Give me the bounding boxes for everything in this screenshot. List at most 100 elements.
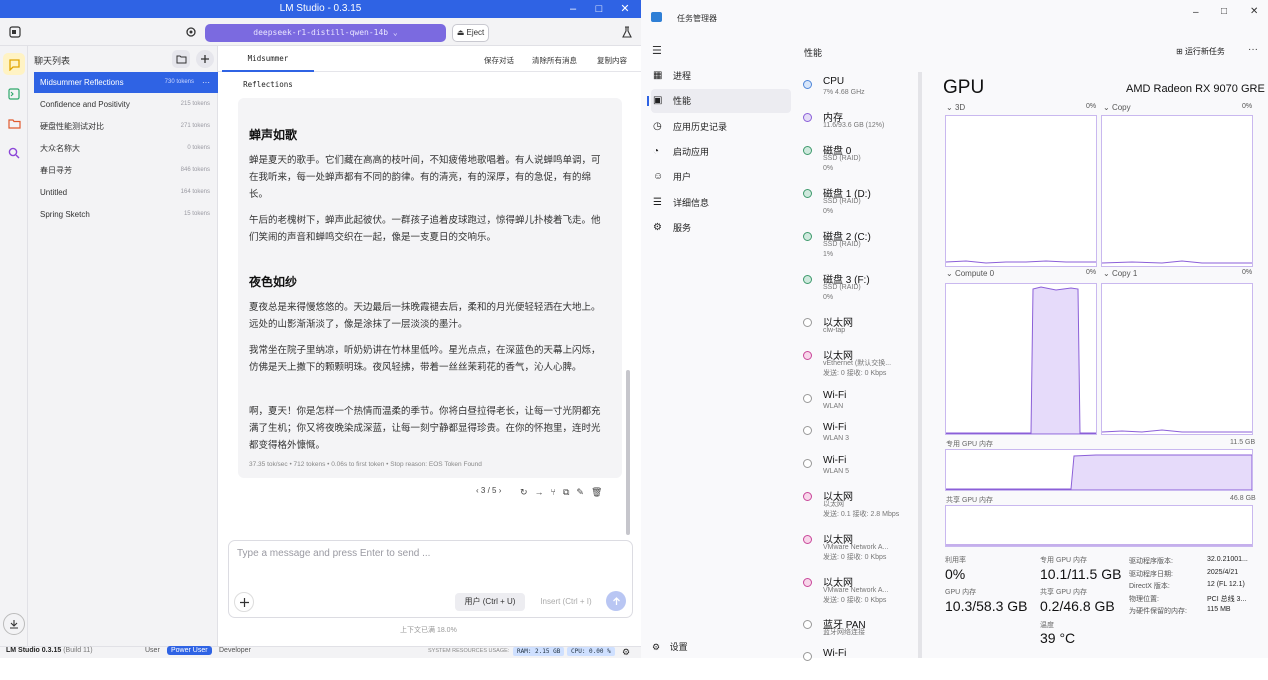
chat-list-item[interactable]: 春日寻芳 846 tokens: [34, 160, 218, 181]
device-item[interactable]: 以太网 VMware Network A... 发送: 0 接收: 0 Kbps: [803, 574, 915, 606]
device-item[interactable]: 磁盘 3 (F:) SSD (RAID) 0%: [803, 271, 915, 303]
close-button[interactable]: ✕: [612, 0, 638, 18]
gpu-info-label: 驱动程序日期:: [1129, 570, 1173, 578]
gpu-info-label: 为硬件保留的内存:: [1129, 608, 1187, 615]
tm-nav-item[interactable]: ▣ 性能: [647, 89, 791, 114]
folder-icon[interactable]: [3, 112, 25, 134]
attach-button[interactable]: [234, 592, 254, 612]
device-item[interactable]: 磁盘 1 (D:) SSD (RAID) 0%: [803, 185, 915, 217]
chat-name: Untitled: [40, 188, 68, 197]
device-name: Wi-Fi: [823, 648, 847, 659]
mode-user[interactable]: User: [145, 647, 160, 654]
device-item[interactable]: 内存 11.6/93.6 GB (12%): [803, 109, 915, 141]
role-user-button[interactable]: 用户 (Ctrl + U): [455, 593, 525, 611]
mode-developer[interactable]: Developer: [219, 647, 251, 654]
tm-nav-label: 应用历史记录: [673, 121, 728, 132]
tm-nav-item[interactable]: ⚙ 服务: [651, 216, 791, 240]
device-item[interactable]: 蓝牙 PAN 蓝牙网络连接: [803, 616, 915, 648]
lm-title-bar: LM Studio - 0.3.15: [0, 0, 641, 18]
edit-icon[interactable]: ✎: [576, 487, 584, 498]
run-new-task-button[interactable]: ⊞ 运行新任务: [1176, 46, 1225, 57]
device-item[interactable]: CPU 7% 4.68 GHz: [803, 76, 915, 108]
message-paragraph-5: 啊，夏天！你是怎样一个热情而温柔的季节。你将白昼拉得老长，让每一寸光阴都充满了生…: [249, 406, 601, 451]
mode-power-user[interactable]: Power User: [167, 646, 212, 655]
tm-close-button[interactable]: ✕: [1250, 6, 1258, 17]
gpu-info-value: 32.0.21001...: [1207, 556, 1248, 563]
insert-button[interactable]: Insert (Ctrl + I): [532, 593, 600, 611]
terminal-icon[interactable]: [3, 83, 25, 105]
device-status-icon: [803, 652, 812, 661]
pager-text: 3 / 5: [480, 486, 497, 495]
continue-icon[interactable]: →: [535, 487, 544, 498]
tm-nav-item[interactable]: ☺ 用户: [651, 165, 791, 189]
chat-icon[interactable]: [3, 53, 25, 75]
model-selector[interactable]: deepseek-r1-distill-qwen-14b ⌄: [205, 24, 446, 42]
device-list-scrollbar[interactable]: [918, 72, 922, 658]
message-input[interactable]: Type a message and press Enter to send .…: [237, 548, 430, 559]
graph-copy1-plot: [1102, 429, 1252, 433]
chat-list-item[interactable]: 硬盘性能测试对比 271 tokens: [34, 116, 218, 137]
device-item[interactable]: 以太网 以太网 发送: 0.1 接收: 2.8 Mbps: [803, 488, 915, 520]
sidebar-toggle-icon[interactable]: [4, 21, 26, 43]
more-icon[interactable]: ···: [1248, 44, 1258, 55]
active-indicator: [647, 96, 649, 107]
new-chat-button[interactable]: [196, 50, 214, 68]
chat-more-icon[interactable]: ···: [202, 72, 210, 93]
branch-icon[interactable]: ⑂: [551, 487, 556, 498]
chat-list-item[interactable]: Untitled 164 tokens: [34, 182, 218, 203]
trash-icon[interactable]: 🗑: [591, 487, 602, 498]
shared-mem-plot: [946, 544, 1252, 546]
chat-name: Spring Sketch: [40, 210, 90, 219]
gear-icon[interactable]: [180, 21, 202, 43]
chat-list-item[interactable]: Midsummer Reflections 730 tokens ···: [34, 72, 218, 93]
device-item[interactable]: Wi-Fi WLAN: [803, 390, 915, 422]
device-detail: SSD (RAID): [823, 155, 861, 162]
tm-nav-item[interactable]: ▦ 进程: [651, 64, 791, 88]
pager[interactable]: ‹ 3 / 5 ›: [476, 486, 501, 495]
minimize-button[interactable]: –: [560, 0, 586, 18]
device-detail: 0%: [823, 294, 834, 301]
tm-nav-item[interactable]: ◷ 应用历史记录: [651, 115, 791, 139]
tm-nav-icon: ⚙: [653, 221, 662, 233]
status-gear-icon[interactable]: ⚙: [622, 647, 630, 658]
graph-3d-plot: [946, 260, 1096, 264]
maximize-button[interactable]: □: [586, 0, 612, 18]
hamburger-icon[interactable]: ☰: [652, 44, 662, 57]
device-item[interactable]: 磁盘 2 (C:) SSD (RAID) 1%: [803, 228, 915, 260]
device-item[interactable]: 以太网 vEthernet (默认交换... 发送: 0 接收: 0 Kbps: [803, 347, 915, 379]
device-detail: SSD (RAID): [823, 198, 861, 205]
chat-list-item[interactable]: Spring Sketch 15 tokens: [34, 204, 218, 225]
device-item[interactable]: 以太网 VMware Network A... 发送: 0 接收: 0 Kbps: [803, 531, 915, 563]
dedicated-mem-plot: [946, 454, 1252, 490]
device-item[interactable]: Wi-Fi: [803, 648, 915, 680]
device-name: Wi-Fi: [823, 422, 847, 433]
clear-messages-action[interactable]: 清除所有消息: [532, 55, 577, 66]
chat-list-item[interactable]: 大众名称大 0 tokens: [34, 138, 218, 159]
copy-icon[interactable]: ⧉: [563, 487, 569, 498]
device-item[interactable]: Wi-Fi WLAN 5: [803, 455, 915, 487]
eject-button[interactable]: ⏏ Eject: [452, 24, 489, 42]
send-button[interactable]: [606, 591, 626, 611]
message-heading-1: 蝉声如歌: [249, 128, 298, 142]
search-icon[interactable]: [3, 142, 25, 164]
tm-nav-item[interactable]: ◔ 启动应用: [651, 140, 791, 164]
chat-list-item[interactable]: Confidence and Positivity 215 tokens: [34, 94, 218, 115]
gpu-title: GPU: [943, 77, 985, 98]
flask-icon[interactable]: [616, 21, 638, 43]
regenerate-icon[interactable]: ↻: [520, 487, 528, 498]
device-item[interactable]: Wi-Fi WLAN 3: [803, 422, 915, 454]
tm-maximize-button[interactable]: □: [1221, 6, 1227, 17]
new-folder-icon[interactable]: [172, 50, 190, 68]
message-paragraph-4: 我常坐在院子里纳凉，听奶奶讲在竹林里低吟。星光点点，在深蓝色的天幕上闪烁，仿佛是…: [249, 345, 601, 373]
tm-nav-label: 服务: [673, 222, 692, 233]
tm-minimize-button[interactable]: –: [1193, 7, 1199, 18]
device-item[interactable]: 磁盘 0 SSD (RAID) 0%: [803, 142, 915, 174]
device-item[interactable]: 以太网 clw-tap: [803, 314, 915, 346]
tab-current-chat[interactable]: Midsummer Reflections: [222, 46, 314, 89]
download-icon[interactable]: [3, 613, 25, 635]
tm-nav-item[interactable]: ☰ 详细信息: [651, 191, 791, 215]
copy-content-action[interactable]: 复制内容: [597, 55, 627, 66]
tm-settings[interactable]: ⚙ 设置: [652, 640, 688, 653]
chat-scrollbar[interactable]: [626, 370, 630, 535]
save-chat-action[interactable]: 保存对话: [484, 55, 514, 66]
